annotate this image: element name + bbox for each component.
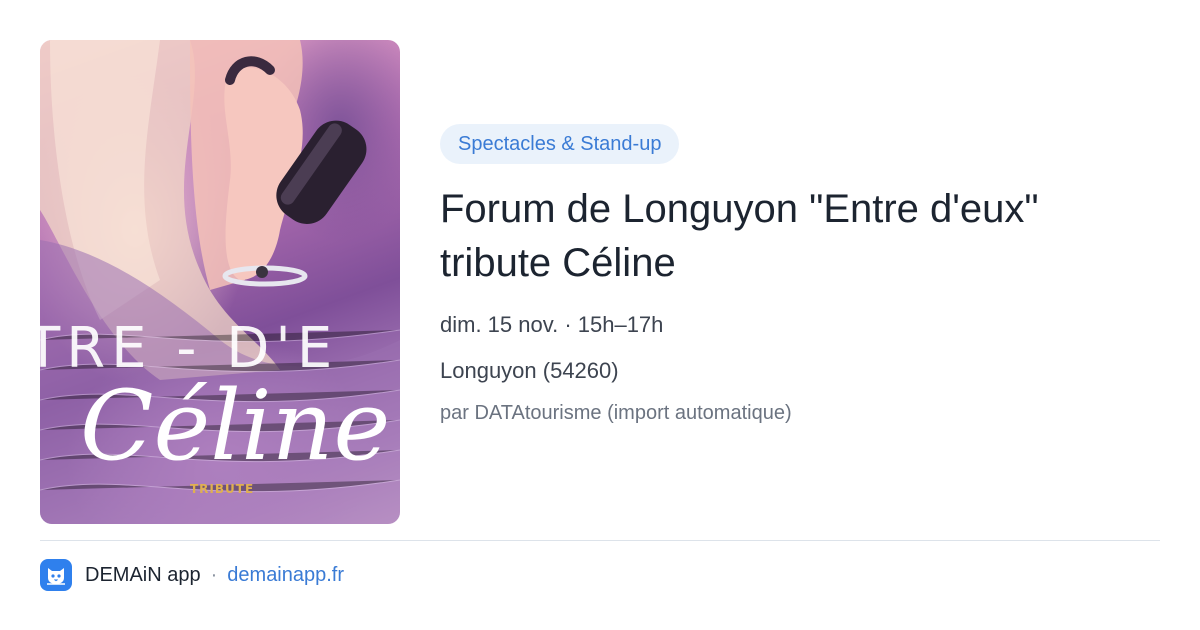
event-title[interactable]: Forum de Longuyon "Entre d'eux" tribute …	[440, 182, 1160, 290]
category-badge[interactable]: Spectacles & Stand-up	[440, 124, 680, 164]
event-location: Longuyon (54260)	[440, 358, 619, 383]
event-poster-image: TRE - D'E Céline TRIBUTE	[40, 40, 400, 524]
footer-separator: ·	[210, 563, 218, 586]
app-website-link[interactable]: demainapp.fr	[227, 564, 344, 587]
footer-divider	[40, 540, 1160, 541]
event-card[interactable]: TRE - D'E Céline TRIBUTE Spectacles & St…	[0, 0, 1200, 630]
cat-face-icon	[40, 559, 72, 591]
app-name: DEMAiN app	[85, 563, 201, 586]
event-date-time: dim. 15 nov. · 15h–17h	[440, 312, 664, 337]
event-source: par DATAtourisme (import automatique)	[440, 402, 792, 424]
poster-script-title: Céline	[80, 370, 391, 482]
footer: DEMAiN app · demainapp.fr	[40, 558, 344, 592]
poster-tribute-label: TRIBUTE	[190, 482, 255, 496]
